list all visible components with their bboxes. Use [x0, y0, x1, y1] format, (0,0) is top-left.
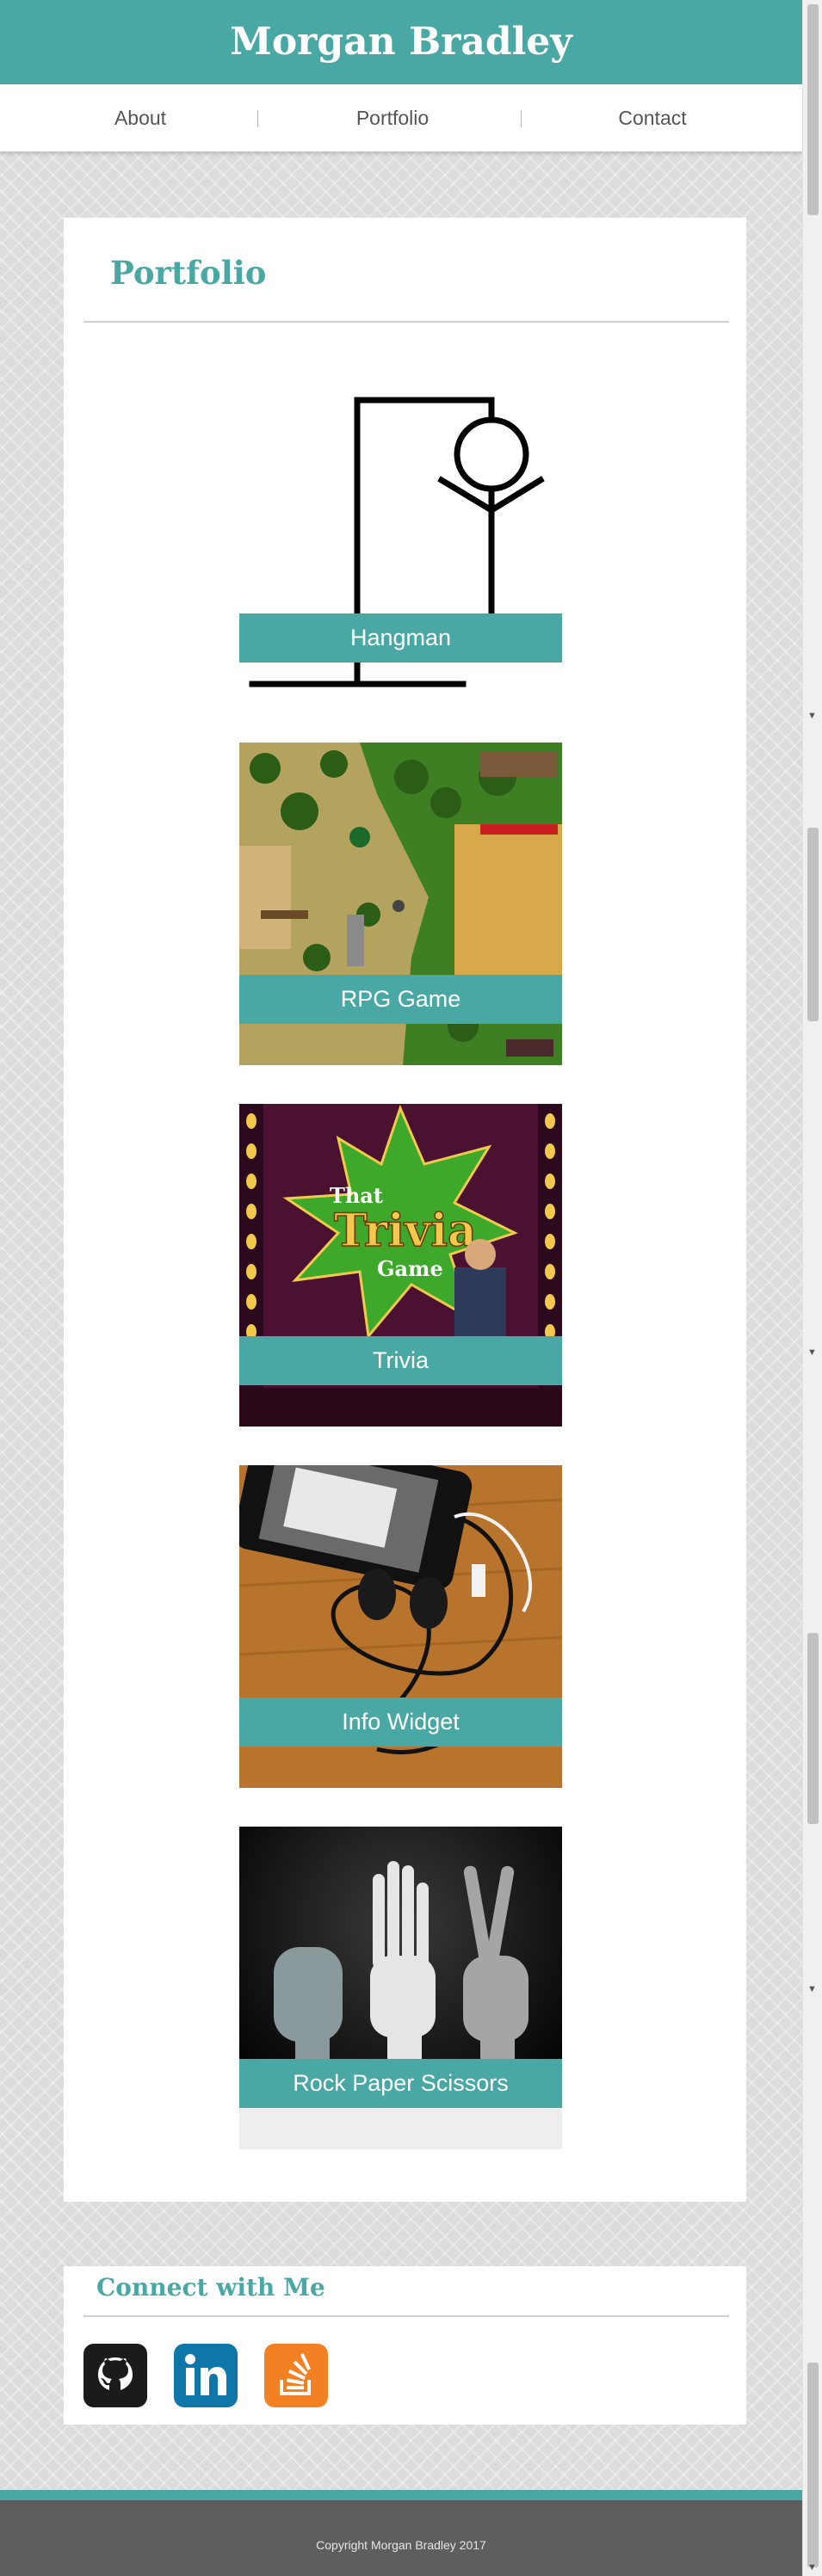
divider	[83, 2315, 729, 2317]
scroll-thumb[interactable]	[807, 1633, 819, 1824]
nav-contact[interactable]: Contact	[523, 84, 782, 151]
stackoverflow-logo	[280, 2353, 312, 2395]
linkedin-icon[interactable]	[174, 2344, 238, 2407]
github-logo	[98, 2357, 133, 2390]
nav-separator	[257, 110, 258, 127]
site-title: Morgan Bradley	[230, 20, 572, 64]
site-footer: Copyright Morgan Bradley 2017	[0, 2500, 802, 2576]
project-trivia[interactable]: That Trivia Game Trivia	[239, 1104, 562, 1427]
project-label: Rock Paper Scissors	[239, 2059, 562, 2108]
scroll-thumb[interactable]	[807, 4, 819, 215]
stackoverflow-icon[interactable]	[264, 2344, 328, 2407]
svg-text:Game: Game	[377, 1256, 443, 1281]
page: Morgan Bradley About Portfolio Contact P…	[0, 0, 802, 2576]
main-nav: About Portfolio Contact	[0, 84, 802, 151]
divider	[83, 321, 729, 323]
scroll-down-arrow-icon[interactable]: ▼	[807, 711, 817, 721]
connect-title: Connect with Me	[96, 2273, 325, 2302]
nav-about[interactable]: About	[11, 84, 269, 151]
project-label: Trivia	[239, 1336, 562, 1385]
portfolio-section: Portfolio Hangman RPG Game That Trivia G…	[64, 218, 746, 2202]
project-label: RPG Game	[239, 975, 562, 1024]
nav-separator	[521, 110, 522, 127]
footer-accent	[0, 2490, 802, 2500]
scroll-down-arrow-icon[interactable]: ▼	[807, 1347, 817, 1358]
project-rock-paper-scissors[interactable]: Rock Paper Scissors	[239, 1827, 562, 2149]
scroll-down-arrow-icon[interactable]: ▼	[807, 1984, 817, 1994]
portfolio-title: Portfolio	[110, 254, 267, 292]
github-icon[interactable]	[83, 2344, 147, 2407]
project-hangman[interactable]: Hangman	[239, 381, 562, 704]
nav-portfolio[interactable]: Portfolio	[263, 84, 522, 151]
scrollbar[interactable]: ▼ ▼ ▼ ▼	[802, 0, 822, 2576]
project-rpg-game[interactable]: RPG Game	[239, 743, 562, 1065]
copyright: Copyright Morgan Bradley 2017	[316, 2538, 486, 2552]
connect-section: Connect with Me	[64, 2266, 746, 2425]
project-label: Hangman	[239, 613, 562, 662]
project-label: Info Widget	[239, 1698, 562, 1747]
scroll-thumb[interactable]	[807, 2363, 819, 2567]
scroll-thumb[interactable]	[807, 828, 819, 1021]
svg-text:Trivia: Trivia	[334, 1205, 477, 1257]
project-info-widget[interactable]: Info Widget	[239, 1465, 562, 1788]
site-header: Morgan Bradley	[0, 0, 802, 84]
linkedin-logo	[185, 2354, 226, 2395]
scroll-down-arrow-icon[interactable]: ▼	[807, 2562, 817, 2573]
